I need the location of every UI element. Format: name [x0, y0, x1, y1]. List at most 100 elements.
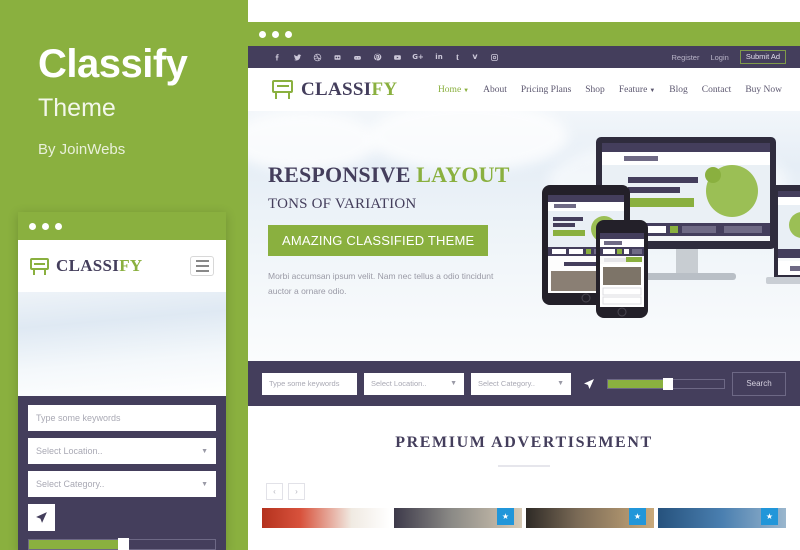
window-dot-maximize-icon: [55, 222, 62, 230]
search-location-value: Select Location..: [371, 379, 427, 388]
hero-paragraph: Morbi accumsan ipsum velit. Nam nec tell…: [268, 271, 494, 297]
responsive-devices-mockup: [542, 137, 800, 318]
chevron-down-icon: ▼: [450, 380, 457, 387]
classify-board-icon: [30, 257, 49, 275]
featured-star-icon: ★: [497, 508, 514, 525]
instagram-icon[interactable]: [489, 52, 499, 63]
carousel-controls: ‹ ›: [248, 467, 800, 500]
carousel-next-button[interactable]: ›: [288, 483, 305, 500]
list-item[interactable]: ★: [658, 508, 786, 528]
site-topbar: G+ in t v Register Login Submit Ad: [248, 46, 800, 68]
login-link[interactable]: Login: [710, 53, 728, 62]
classify-board-icon: [272, 80, 293, 99]
mobile-location-select-value: Select Location..: [36, 446, 103, 456]
nav-item-about[interactable]: About: [483, 85, 507, 95]
nav-item-home[interactable]: Home ▼: [438, 85, 469, 95]
nav-item-blog[interactable]: Blog: [669, 85, 687, 95]
mobile-category-select[interactable]: Select Category.. ▼: [28, 471, 216, 497]
window-dot-minimize-icon: [42, 222, 49, 230]
search-geolocate-button[interactable]: [578, 373, 600, 395]
mobile-search-form: Type some keywords Select Location.. ▼ S…: [18, 396, 226, 550]
nav-item-contact[interactable]: Contact: [702, 85, 732, 95]
register-link[interactable]: Register: [672, 53, 700, 62]
page-byline: By JoinWebs: [38, 140, 126, 158]
search-location-select[interactable]: Select Location.. ▼: [364, 372, 464, 395]
chevron-down-icon: ▼: [557, 380, 564, 387]
slider-handle[interactable]: [118, 538, 130, 550]
vimeo-icon[interactable]: v: [471, 52, 479, 63]
mobile-keywords-input[interactable]: Type some keywords: [28, 405, 216, 431]
search-price-slider[interactable]: [607, 377, 725, 390]
linkedin-icon[interactable]: in: [434, 52, 444, 63]
nav-items: Home ▼ About Pricing Plans Shop Feature ▼ …: [438, 85, 782, 95]
site-search-bar: Type some keywords Select Location.. ▼ S…: [248, 361, 800, 406]
mobile-location-select[interactable]: Select Location.. ▼: [28, 438, 216, 464]
hamburger-icon[interactable]: [190, 256, 214, 276]
youtube-icon[interactable]: [392, 52, 402, 63]
mobile-site-header: CLASSIFY: [18, 240, 226, 292]
nav-item-feature[interactable]: Feature ▼: [619, 85, 655, 95]
mobile-hero-image: [18, 292, 226, 396]
window-dot-maximize-icon: [285, 30, 292, 38]
navigate-icon: [584, 378, 594, 389]
list-item[interactable]: ★: [526, 508, 654, 528]
chevron-down-icon: ▼: [649, 87, 656, 94]
site-main-nav: CLASSIFY Home ▼ About Pricing Plans Shop …: [248, 68, 800, 111]
tumblr-icon[interactable]: t: [454, 52, 461, 63]
brand-block: Classify Theme By JoinWebs: [38, 42, 238, 158]
nav-item-buy-now[interactable]: Buy Now: [745, 85, 782, 95]
carousel-prev-button[interactable]: ‹: [266, 483, 283, 500]
page-title: Classify: [38, 42, 188, 86]
nav-item-shop[interactable]: Shop: [585, 85, 605, 95]
google-plus-icon[interactable]: G+: [412, 52, 424, 63]
flickr-icon[interactable]: [332, 52, 342, 63]
mobile-price-slider[interactable]: [28, 538, 216, 550]
slider-handle[interactable]: [662, 377, 673, 390]
hero-copy: RESPONSIVE LAYOUT TONS OF VARIATION AMAZ…: [268, 162, 518, 299]
featured-star-icon: ★: [761, 508, 778, 525]
hero-section: RESPONSIVE LAYOUT TONS OF VARIATION AMAZ…: [248, 111, 800, 361]
premium-thumbnail-row: ★ ★ ★: [248, 500, 800, 528]
reddit-icon[interactable]: [352, 52, 362, 63]
logo-text-accent: FY: [119, 256, 143, 275]
nav-item-pricing-plans[interactable]: Pricing Plans: [521, 85, 571, 95]
mobile-site-logo[interactable]: CLASSIFY: [30, 256, 142, 276]
dribbble-icon[interactable]: [312, 52, 322, 63]
chevron-down-icon: ▼: [201, 480, 208, 488]
logo-text-primary: CLASSI: [56, 256, 120, 275]
logo-text-primary: CLASSI: [301, 78, 372, 100]
search-category-value: Select Category..: [478, 379, 535, 388]
premium-advertisement-section: PREMIUM ADVERTISEMENT ‹ › ★ ★ ★: [248, 406, 800, 528]
mobile-preview-mockup: CLASSIFY Type some keywords Select Locat…: [18, 212, 226, 550]
screenshot-root: Classify Theme By JoinWebs CLASSIFY Type…: [0, 0, 800, 550]
submit-ad-button[interactable]: Submit Ad: [739, 50, 786, 64]
search-category-select[interactable]: Select Category.. ▼: [471, 372, 571, 395]
search-keywords-input[interactable]: Type some keywords: [262, 372, 357, 395]
window-dot-minimize-icon: [272, 30, 279, 38]
search-submit-button[interactable]: Search: [732, 371, 786, 396]
browser-titlebar: [248, 22, 800, 46]
window-dot-close-icon: [29, 222, 36, 230]
site-logo[interactable]: CLASSIFY: [272, 79, 397, 101]
topbar-account-links: Register Login Submit Ad: [672, 50, 786, 64]
chevron-down-icon: ▼: [463, 87, 470, 94]
social-links: G+ in t v: [272, 52, 499, 63]
logo-text-accent: FY: [371, 78, 398, 100]
pinterest-icon[interactable]: [372, 52, 382, 63]
twitter-icon[interactable]: [292, 52, 302, 63]
list-item[interactable]: ★: [394, 508, 522, 528]
hero-subheading: TONS OF VARIATION: [268, 196, 417, 213]
facebook-icon[interactable]: [272, 52, 282, 63]
window-dot-close-icon: [259, 30, 266, 38]
mobile-category-select-value: Select Category..: [36, 479, 105, 489]
chevron-down-icon: ▼: [201, 447, 208, 455]
desktop-preview-mockup: G+ in t v Register Login Submit Ad CLASS: [248, 22, 800, 550]
page-subtitle: Theme: [38, 94, 116, 122]
hero-heading: RESPONSIVE LAYOUT: [268, 162, 510, 187]
featured-star-icon: ★: [629, 508, 646, 525]
list-item[interactable]: [262, 508, 390, 528]
mobile-geolocate-button[interactable]: [28, 504, 55, 531]
navigate-icon: [36, 512, 47, 523]
hero-badge: AMAZING CLASSIFIED THEME: [268, 225, 489, 257]
mobile-mockup-titlebar: [18, 212, 226, 240]
